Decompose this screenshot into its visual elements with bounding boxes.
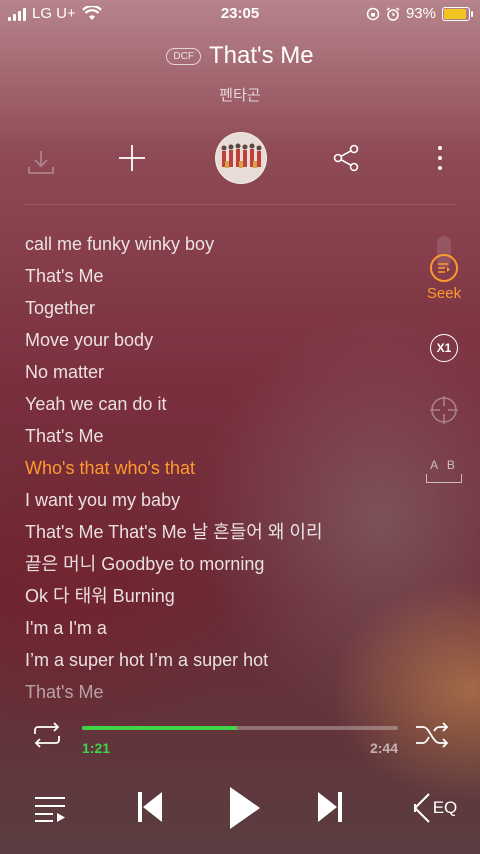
- progress-fill: [82, 726, 237, 730]
- lyric-line[interactable]: That's Me: [25, 260, 405, 292]
- ab-bracket-icon: [426, 474, 462, 483]
- play-button[interactable]: [222, 782, 266, 834]
- seek-icon: [430, 254, 458, 282]
- total-time: 2:44: [369, 740, 398, 756]
- lyrics-list[interactable]: call me funky winky boy That's Me Togeth…: [25, 228, 405, 708]
- lyric-line[interactable]: That's Me That's Me 날 흔들어 왜 이리: [25, 516, 405, 548]
- dcf-badge: DCF: [166, 47, 201, 65]
- battery-fill: [444, 8, 467, 19]
- battery-icon: [442, 6, 473, 21]
- next-button[interactable]: [312, 787, 348, 827]
- status-right: 93%: [366, 5, 473, 22]
- crosshair-icon[interactable]: [428, 394, 460, 426]
- lyric-line[interactable]: I’m a super hot I’m a super hot: [25, 644, 405, 676]
- playback-speed-button[interactable]: X1: [430, 334, 458, 362]
- song-title: That's Me: [208, 42, 314, 69]
- lyric-line[interactable]: call me funky winky boy: [25, 228, 405, 260]
- divider: [24, 204, 456, 205]
- album-art-image: [216, 133, 266, 183]
- seek-label: Seek: [426, 285, 462, 302]
- lyric-line[interactable]: Ok 다 태워 Burning: [25, 580, 405, 612]
- lyric-line[interactable]: That's Me: [25, 420, 405, 452]
- ab-repeat-label: A B: [430, 458, 458, 472]
- alarm-icon: [386, 6, 400, 21]
- plus-icon: [119, 145, 145, 171]
- skip-previous-icon: [138, 792, 162, 822]
- share-icon: [333, 144, 359, 172]
- progress-bar[interactable]: [82, 726, 398, 730]
- download-icon: [28, 151, 54, 174]
- seek-button[interactable]: Seek: [426, 254, 462, 302]
- share-button[interactable]: [322, 130, 370, 186]
- rotation-lock-icon: [366, 7, 380, 20]
- download-button[interactable]: [17, 134, 65, 190]
- battery-percent: 93%: [405, 5, 436, 22]
- player-screen: LG U+ 23:05 93% DCF That's Me 펜타곤 call m…: [0, 0, 480, 854]
- previous-button[interactable]: [132, 787, 168, 827]
- lyric-line-active[interactable]: Who's that who's that: [25, 452, 405, 484]
- lyric-line[interactable]: Move your body: [25, 324, 405, 356]
- status-bar: LG U+ 23:05 93%: [0, 0, 480, 28]
- lyric-line[interactable]: 끝은 머니 Goodbye to morning: [25, 548, 405, 580]
- lyric-line[interactable]: No matter: [25, 356, 405, 388]
- lyric-line[interactable]: I want you my baby: [25, 484, 405, 516]
- skip-next-icon: [318, 792, 342, 822]
- equalizer-button[interactable]: EQ: [410, 790, 458, 826]
- repeat-icon[interactable]: [30, 722, 64, 748]
- lyric-line[interactable]: Together: [25, 292, 405, 324]
- artist-name[interactable]: 펜타곤: [0, 84, 480, 105]
- lyric-line[interactable]: I'm a I'm a: [25, 612, 405, 644]
- shuffle-icon[interactable]: [414, 722, 450, 748]
- elapsed-time: 1:21: [82, 740, 111, 756]
- lyric-line[interactable]: That's Me: [25, 676, 405, 708]
- album-cover[interactable]: [215, 132, 267, 184]
- eq-label: EQ: [432, 798, 458, 817]
- title-row: DCF That's Me: [0, 42, 480, 70]
- lyric-line[interactable]: Yeah we can do it: [25, 388, 405, 420]
- playlist-icon: [35, 797, 65, 822]
- more-options-button[interactable]: [416, 130, 464, 186]
- more-vertical-icon: [438, 146, 442, 170]
- ab-repeat-button[interactable]: A B: [426, 458, 462, 483]
- speaker-icon: [413, 793, 430, 823]
- play-icon: [230, 787, 260, 829]
- playlist-button[interactable]: [32, 792, 68, 824]
- add-to-playlist-button[interactable]: [108, 130, 156, 186]
